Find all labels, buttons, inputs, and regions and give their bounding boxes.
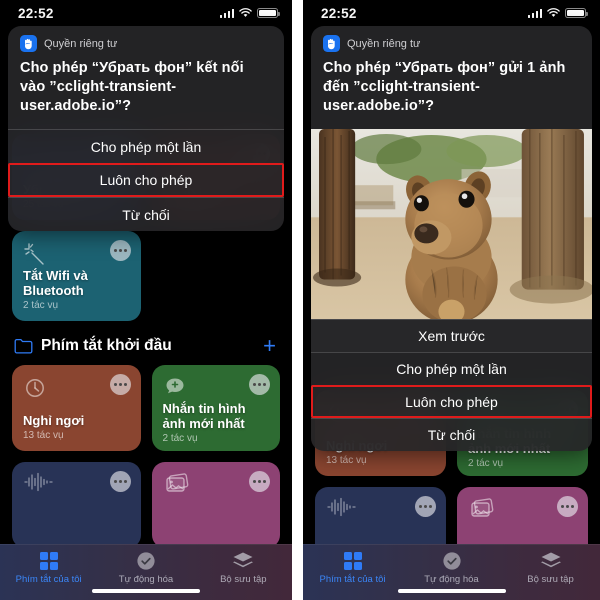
tab-label: Tự động hóa — [118, 574, 174, 585]
tab-label: Bộ sưu tập — [527, 574, 574, 585]
status-bar-clock: 22:52 — [321, 5, 357, 21]
battery-icon — [257, 7, 280, 19]
message-plus-icon — [163, 375, 189, 401]
tab-my-shortcuts[interactable]: Phím tắt của tôi — [0, 551, 97, 585]
dialog-app-label: Quyền riêng tư — [347, 37, 421, 50]
status-bar-clock: 22:52 — [18, 5, 54, 21]
tab-gallery[interactable]: Bộ sưu tập — [501, 551, 600, 585]
dialog-option-preview[interactable]: Xem trước — [311, 319, 592, 352]
cellular-signal-icon — [219, 8, 234, 18]
privacy-hand-icon — [20, 35, 37, 52]
dialog-option-always-allow[interactable]: Luôn cho phép — [8, 163, 284, 197]
shortcut-card[interactable] — [12, 462, 141, 548]
tab-gallery[interactable]: Bộ sưu tập — [195, 551, 292, 585]
tab-automation[interactable]: Tự động hóa — [402, 551, 501, 585]
card-more-icon[interactable] — [249, 471, 270, 492]
dialog-option-deny[interactable]: Từ chối — [8, 197, 284, 231]
shortcuts-grid-starter: Nghỉ ngơi 13 tác vụ Nhắn tin hình ảnh mớ… — [12, 365, 280, 548]
shortcut-card-wifi[interactable]: Tắt Wifi và Bluetooth 2 tác vụ — [12, 231, 141, 321]
shortcut-card[interactable]: Nghỉ ngơi 13 tác vụ — [12, 365, 141, 451]
comparison-screenshot: 22:52 Убрать фон 25 tác vụ — [0, 0, 600, 600]
clock-check-icon — [441, 551, 463, 571]
shortcut-card[interactable] — [151, 462, 280, 548]
waveform-icon — [326, 497, 356, 523]
shortcut-card-title: Nhắn tin hình ảnh mới nhất — [162, 401, 246, 431]
status-bar: 22:52 — [303, 0, 600, 26]
grid-squares-icon — [342, 551, 364, 571]
folder-icon — [14, 338, 33, 354]
plus-icon[interactable]: + — [263, 335, 278, 357]
dialog-header: Quyền riêng tư Cho phép “Убрать фон” gửi… — [311, 26, 592, 129]
dialog-option-deny[interactable]: Từ chối — [311, 418, 592, 451]
shortcut-card-subtitle: 13 tác vụ — [23, 430, 64, 441]
dialog-question: Cho phép “Убрать фон” kết nối vào ”cclig… — [20, 60, 244, 114]
card-more-icon[interactable] — [109, 240, 131, 261]
dialog-app-row: Quyền riêng tư — [20, 35, 272, 52]
waveform-icon — [23, 472, 53, 498]
shortcut-card-title: Tắt Wifi và Bluetooth — [23, 268, 88, 298]
dialog-header: Quyền riêng tư Cho phép “Убрать фон” kết… — [8, 26, 284, 129]
card-more-icon[interactable] — [249, 374, 270, 395]
privacy-hand-icon — [323, 35, 340, 52]
dialog-question: Cho phép “Убрать фон” gửi 1 ảnh đến ”ccl… — [323, 60, 566, 114]
wifi-icon — [547, 8, 560, 18]
bottom-tab-bar: Phím tắt của tôi Tự động hóa Bộ sưu tập — [0, 544, 292, 600]
timer-icon — [23, 375, 49, 401]
dialog-app-row: Quyền riêng tư — [323, 35, 580, 52]
left-phone-screen: 22:52 Убрать фон 25 tác vụ — [0, 0, 292, 600]
shortcut-card-title: Nghỉ ngơi — [23, 413, 85, 428]
card-more-icon[interactable] — [415, 496, 436, 517]
privacy-permission-dialog: Quyền riêng tư Cho phép “Убрать фон” gửi… — [311, 26, 592, 451]
right-phone-screen: 22:52 Nghỉ ngơi — [303, 0, 600, 600]
shortcut-card-subtitle: 2 tác vụ — [23, 300, 59, 311]
dialog-app-label: Quyền riêng tư — [44, 37, 118, 50]
card-more-icon[interactable] — [109, 471, 131, 492]
dialog-option-allow-once[interactable]: Cho phép một lần — [8, 129, 284, 163]
dialog-option-allow-once[interactable]: Cho phép một lần — [311, 352, 592, 385]
bottom-tab-bar: Phím tắt của tôi Tự động hóa Bộ sưu tập — [303, 544, 600, 600]
tab-label: Tự động hóa — [424, 574, 479, 585]
grid-squares-icon — [38, 551, 60, 571]
cellular-signal-icon — [527, 8, 542, 18]
photos-stack-icon — [163, 472, 189, 498]
battery-icon — [565, 7, 588, 19]
section-header-starter-shortcuts: Phím tắt khởi đầu + — [12, 321, 280, 365]
section-title: Phím tắt khởi đầu — [41, 337, 172, 354]
shortcut-card-subtitle: 2 tác vụ — [162, 433, 198, 444]
status-bar: 22:52 — [0, 0, 292, 26]
layers-icon — [232, 551, 254, 571]
shortcut-card[interactable]: Nhắn tin hình ảnh mới nhất 2 tác vụ — [151, 365, 280, 451]
card-more-icon[interactable] — [109, 374, 131, 395]
shortcuts-grid-wifi: Tắt Wifi và Bluetooth 2 tác vụ — [12, 231, 280, 321]
privacy-permission-dialog: Quyền riêng tư Cho phép “Убрать фон” kết… — [8, 26, 284, 231]
tab-label: Bộ sưu tập — [220, 574, 267, 585]
tab-my-shortcuts[interactable]: Phím tắt của tôi — [303, 551, 402, 585]
home-indicator — [92, 589, 200, 593]
tab-label: Phím tắt của tôi — [15, 574, 82, 585]
layers-icon — [540, 551, 562, 571]
card-more-icon[interactable] — [557, 496, 578, 517]
home-indicator — [397, 589, 506, 593]
tab-label: Phím tắt của tôi — [319, 574, 386, 585]
quokka-photo — [311, 129, 592, 319]
status-bar-indicators — [527, 7, 588, 19]
tab-automation[interactable]: Tự động hóa — [97, 551, 194, 585]
wifi-icon — [239, 8, 252, 18]
photos-stack-icon — [468, 497, 494, 523]
status-bar-indicators — [219, 7, 280, 19]
shortcut-card-subtitle: 13 tác vụ — [326, 455, 367, 466]
clock-check-icon — [135, 551, 157, 571]
sparkle-wand-icon — [23, 241, 49, 267]
dialog-option-always-allow[interactable]: Luôn cho phép — [311, 385, 592, 418]
shortcut-card-subtitle: 2 tác vụ — [468, 458, 504, 469]
